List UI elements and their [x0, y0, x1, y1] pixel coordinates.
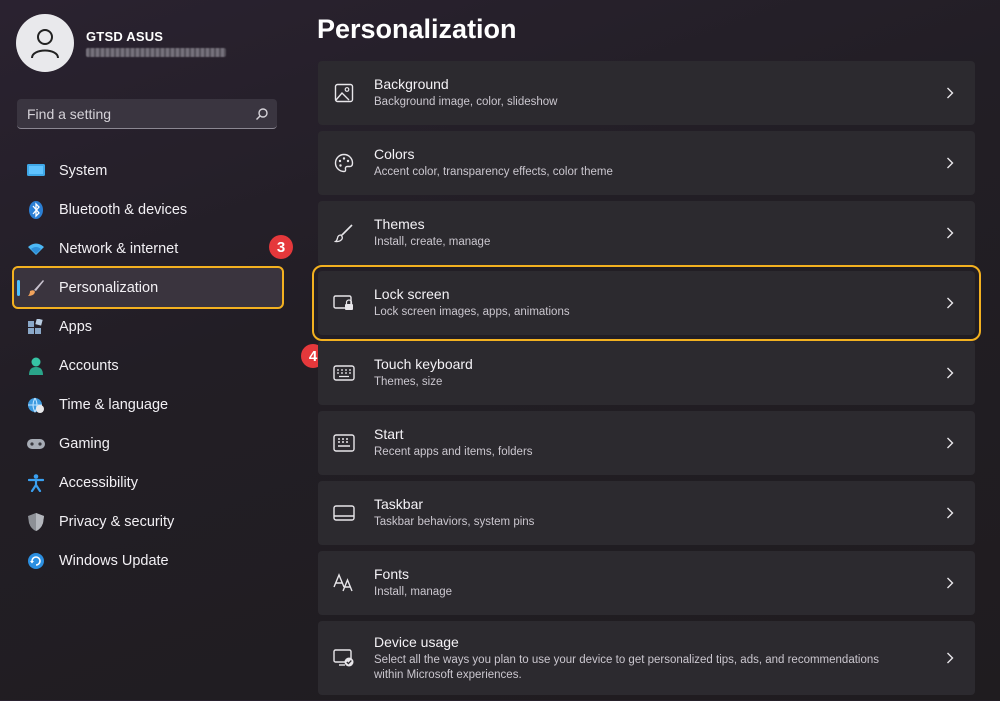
card-subtitle: Install, manage: [374, 586, 452, 598]
search-input[interactable]: [17, 104, 247, 123]
chevron-right-icon: [935, 437, 965, 449]
chevron-right-icon: [935, 367, 965, 379]
image-icon: [332, 81, 356, 105]
monitor-icon: [26, 161, 46, 181]
card-title: Touch keyboard: [374, 356, 473, 372]
sidebar-item-label: Gaming: [59, 435, 110, 452]
profile-email-redacted: [86, 48, 226, 57]
card-title: Start: [374, 426, 404, 442]
wifi-icon: [26, 239, 46, 259]
card-taskbar[interactable]: Taskbar Taskbar behaviors, system pins: [318, 481, 975, 545]
accessibility-icon: [26, 473, 46, 493]
card-subtitle: Background image, color, slideshow: [374, 96, 558, 108]
card-title: Colors: [374, 146, 415, 162]
search-icon[interactable]: [247, 99, 277, 129]
card-subtitle: Lock screen images, apps, animations: [374, 306, 570, 318]
card-subtitle: Themes, size: [374, 376, 443, 388]
card-title: Lock screen: [374, 286, 450, 302]
sidebar-item-label: Personalization: [59, 279, 159, 296]
card-title: Fonts: [374, 566, 410, 582]
sidebar-item-label: Apps: [59, 318, 93, 335]
card-colors[interactable]: Colors Accent color, transparency effect…: [318, 131, 975, 195]
sidebar-item-privacy-security[interactable]: Privacy & security: [14, 502, 282, 541]
chevron-right-icon: [935, 227, 965, 239]
sidebar-item-label: Accounts: [59, 357, 119, 374]
palette-icon: [332, 151, 356, 175]
profile-name: GTSD ASUS: [86, 29, 164, 44]
start-icon: [332, 431, 356, 455]
sidebar-item-label: Time & language: [59, 396, 169, 413]
chevron-right-icon: [935, 577, 965, 589]
card-subtitle: Taskbar behaviors, system pins: [374, 516, 535, 528]
globe-clock-icon: [26, 395, 46, 415]
card-themes[interactable]: Themes Install, create, manage: [318, 201, 975, 265]
sidebar-item-label: Network & internet: [59, 240, 179, 257]
sidebar-item-system[interactable]: System: [14, 151, 282, 190]
card-background[interactable]: Background Background image, color, slid…: [318, 61, 975, 125]
sidebar-item-network[interactable]: Network & internet: [14, 229, 282, 268]
card-title: Taskbar: [374, 496, 424, 512]
chevron-right-icon: [935, 297, 965, 309]
sidebar-item-label: Bluetooth & devices: [59, 201, 188, 218]
card-subtitle: Recent apps and items, folders: [374, 446, 533, 458]
sidebar-item-label: Privacy & security: [59, 513, 175, 530]
search-box[interactable]: [17, 99, 277, 129]
chevron-right-icon: [935, 652, 965, 664]
card-title: Background: [374, 76, 449, 92]
taskbar-icon: [332, 501, 356, 525]
sidebar-item-label: System: [59, 162, 108, 179]
sidebar-item-personalization[interactable]: Personalization: [12, 266, 284, 309]
card-touch-keyboard[interactable]: Touch keyboard Themes, size: [318, 341, 975, 405]
avatar[interactable]: [16, 14, 74, 72]
card-start[interactable]: Start Recent apps and items, folders: [318, 411, 975, 475]
sidebar-item-bluetooth[interactable]: Bluetooth & devices: [14, 190, 282, 229]
chevron-right-icon: [935, 507, 965, 519]
card-device-usage[interactable]: Device usage Select all the ways you pla…: [318, 621, 975, 695]
user-profile[interactable]: GTSD ASUS: [16, 14, 226, 72]
card-title: Device usage: [374, 633, 459, 650]
card-subtitle: Accent color, transparency effects, colo…: [374, 166, 613, 178]
chevron-right-icon: [935, 87, 965, 99]
page-title: Personalization: [317, 14, 517, 44]
sidebar-item-windows-update[interactable]: Windows Update: [14, 541, 282, 580]
card-subtitle: Select all the ways you plan to use your…: [374, 653, 880, 681]
bluetooth-icon: [26, 200, 46, 220]
sidebar-item-apps[interactable]: Apps: [14, 307, 282, 346]
settings-list: Background Background image, color, slid…: [312, 61, 981, 701]
shield-icon: [26, 512, 46, 532]
person-icon: [26, 356, 46, 376]
step-3-badge: 3: [269, 235, 293, 259]
card-lock-screen[interactable]: Lock screen Lock screen images, apps, an…: [312, 265, 981, 341]
sidebar-nav: System Bluetooth & devices Network & int…: [12, 151, 284, 580]
update-icon: [26, 551, 46, 571]
card-subtitle: Install, create, manage: [374, 236, 491, 248]
card-title: Themes: [374, 216, 425, 232]
lock-screen-icon: [332, 291, 356, 315]
keyboard-icon: [332, 361, 356, 385]
apps-icon: [26, 317, 46, 337]
device-usage-icon: [332, 646, 356, 670]
gamepad-icon: [26, 434, 46, 454]
sidebar-item-label: Accessibility: [59, 474, 138, 491]
paintbrush-icon: [26, 278, 46, 298]
person-icon: [31, 29, 59, 59]
chevron-right-icon: [935, 157, 965, 169]
card-fonts[interactable]: Fonts Install, manage: [318, 551, 975, 615]
sidebar-item-accounts[interactable]: Accounts: [14, 346, 282, 385]
sidebar-item-gaming[interactable]: Gaming: [14, 424, 282, 463]
sidebar-item-time-language[interactable]: Time & language: [14, 385, 282, 424]
fonts-icon: [332, 571, 356, 595]
brush-icon: [332, 221, 356, 245]
sidebar-item-label: Windows Update: [59, 552, 169, 569]
sidebar-item-accessibility[interactable]: Accessibility: [14, 463, 282, 502]
